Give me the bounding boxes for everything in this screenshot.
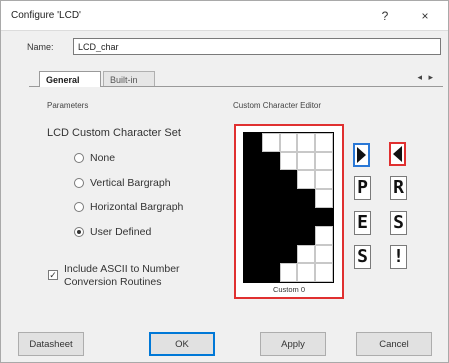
pixel-cell[interactable] — [261, 207, 280, 227]
ok-button[interactable]: OK — [149, 332, 215, 356]
radio-label: Horizontal Bargraph — [90, 201, 184, 213]
pixel-cell[interactable] — [315, 133, 333, 152]
radio-indicator — [74, 202, 84, 212]
name-label: Name: — [27, 42, 54, 52]
pixel-cell[interactable] — [279, 151, 298, 171]
pixel-cell[interactable] — [279, 207, 298, 227]
pixel-cell[interactable] — [279, 170, 298, 189]
pixel-cell[interactable] — [244, 207, 262, 227]
custom-char-7-thumbnail[interactable]: ! — [390, 245, 407, 269]
name-input[interactable] — [73, 38, 441, 55]
editor-caption: Custom 0 — [272, 285, 306, 294]
datasheet-button[interactable]: Datasheet — [18, 332, 84, 356]
custom-char-3-thumbnail[interactable]: R — [390, 176, 407, 200]
thumbnail-glyph: R — [393, 177, 404, 198]
pixel-cell[interactable] — [297, 244, 316, 264]
radio-label: User Defined — [90, 226, 152, 238]
pixel-cell[interactable] — [261, 151, 280, 171]
help-button[interactable]: ? — [373, 6, 397, 26]
character-pixel-grid[interactable] — [243, 132, 334, 283]
pixel-cell[interactable] — [297, 263, 316, 282]
title-bar: Configure 'LCD' ? × — [1, 1, 448, 31]
pixel-cell[interactable] — [297, 170, 316, 189]
pixel-cell[interactable] — [315, 226, 333, 245]
pixel-cell[interactable] — [315, 188, 333, 208]
radio-indicator — [74, 153, 84, 163]
pixel-cell[interactable] — [244, 263, 262, 282]
radio-indicator — [74, 227, 84, 237]
pixel-cell[interactable] — [244, 226, 262, 245]
configure-dialog: Configure 'LCD' ? × Name: General Built-… — [0, 0, 449, 363]
pixel-cell[interactable] — [297, 207, 316, 227]
custom-char-4-thumbnail[interactable]: E — [354, 211, 371, 235]
ascii-conversion-label: Include ASCII to Number Conversion Routi… — [64, 263, 180, 288]
apply-button[interactable]: Apply — [260, 332, 326, 356]
thumbnail-glyph: S — [357, 246, 368, 267]
tab-general[interactable]: General — [39, 71, 101, 87]
pixel-cell[interactable] — [261, 170, 280, 189]
thumbnail-glyph: S — [393, 212, 404, 233]
pixel-cell[interactable] — [279, 133, 298, 152]
pixel-cell[interactable] — [244, 133, 262, 152]
radio-horizontal-bargraph[interactable]: Horizontal Bargraph — [74, 200, 183, 214]
pixel-cell[interactable] — [315, 263, 333, 282]
left-triangle-icon — [393, 146, 402, 162]
thumbnail-glyph: ! — [393, 246, 404, 267]
pixel-cell[interactable] — [261, 263, 280, 282]
pixel-cell[interactable] — [279, 226, 298, 245]
radio-label: None — [90, 152, 116, 164]
character-set-title: LCD Custom Character Set — [47, 127, 181, 139]
pixel-cell[interactable] — [244, 151, 262, 171]
tab-strip: General Built-in ◂ ▸ — [29, 71, 439, 87]
tab-built-in[interactable]: Built-in — [103, 71, 155, 87]
ascii-conversion-checkbox[interactable]: ✓ — [48, 270, 58, 280]
close-button[interactable]: × — [413, 6, 437, 26]
custom-char-0-thumbnail[interactable] — [353, 143, 370, 167]
pixel-cell[interactable] — [315, 244, 333, 264]
pixel-cell[interactable] — [315, 151, 333, 171]
pixel-cell[interactable] — [261, 226, 280, 245]
pixel-cell[interactable] — [279, 244, 298, 264]
thumbnail-glyph: E — [357, 212, 368, 233]
pixel-cell[interactable] — [244, 188, 262, 208]
custom-char-1-thumbnail[interactable] — [389, 142, 406, 166]
tab-scroll-arrows[interactable]: ◂ ▸ — [417, 72, 435, 83]
editor-label: Custom Character Editor — [233, 101, 322, 110]
pixel-cell[interactable] — [244, 170, 262, 189]
pixel-cell[interactable] — [297, 188, 316, 208]
cancel-button[interactable]: Cancel — [356, 332, 432, 356]
pixel-cell[interactable] — [315, 207, 333, 227]
parameters-label: Parameters — [47, 101, 89, 110]
pixel-cell[interactable] — [261, 133, 280, 152]
pixel-cell[interactable] — [244, 244, 262, 264]
pixel-cell[interactable] — [297, 151, 316, 171]
pixel-cell[interactable] — [279, 263, 298, 282]
radio-label: Vertical Bargraph — [90, 177, 171, 189]
pixel-cell[interactable] — [315, 170, 333, 189]
pixel-cell[interactable] — [279, 188, 298, 208]
pixel-cell[interactable] — [297, 226, 316, 245]
thumbnail-glyph: P — [357, 177, 368, 198]
pixel-cell[interactable] — [297, 133, 316, 152]
custom-char-2-thumbnail[interactable]: P — [354, 176, 371, 200]
right-triangle-icon — [357, 147, 366, 163]
custom-char-6-thumbnail[interactable]: S — [354, 245, 371, 269]
pixel-cell[interactable] — [261, 244, 280, 264]
radio-none[interactable]: None — [74, 151, 115, 165]
window-title: Configure 'LCD' — [11, 10, 81, 21]
custom-char-5-thumbnail[interactable]: S — [390, 211, 407, 235]
radio-user-defined[interactable]: User Defined — [74, 225, 151, 239]
radio-vertical-bargraph[interactable]: Vertical Bargraph — [74, 176, 171, 190]
radio-indicator — [74, 178, 84, 188]
pixel-cell[interactable] — [261, 188, 280, 208]
